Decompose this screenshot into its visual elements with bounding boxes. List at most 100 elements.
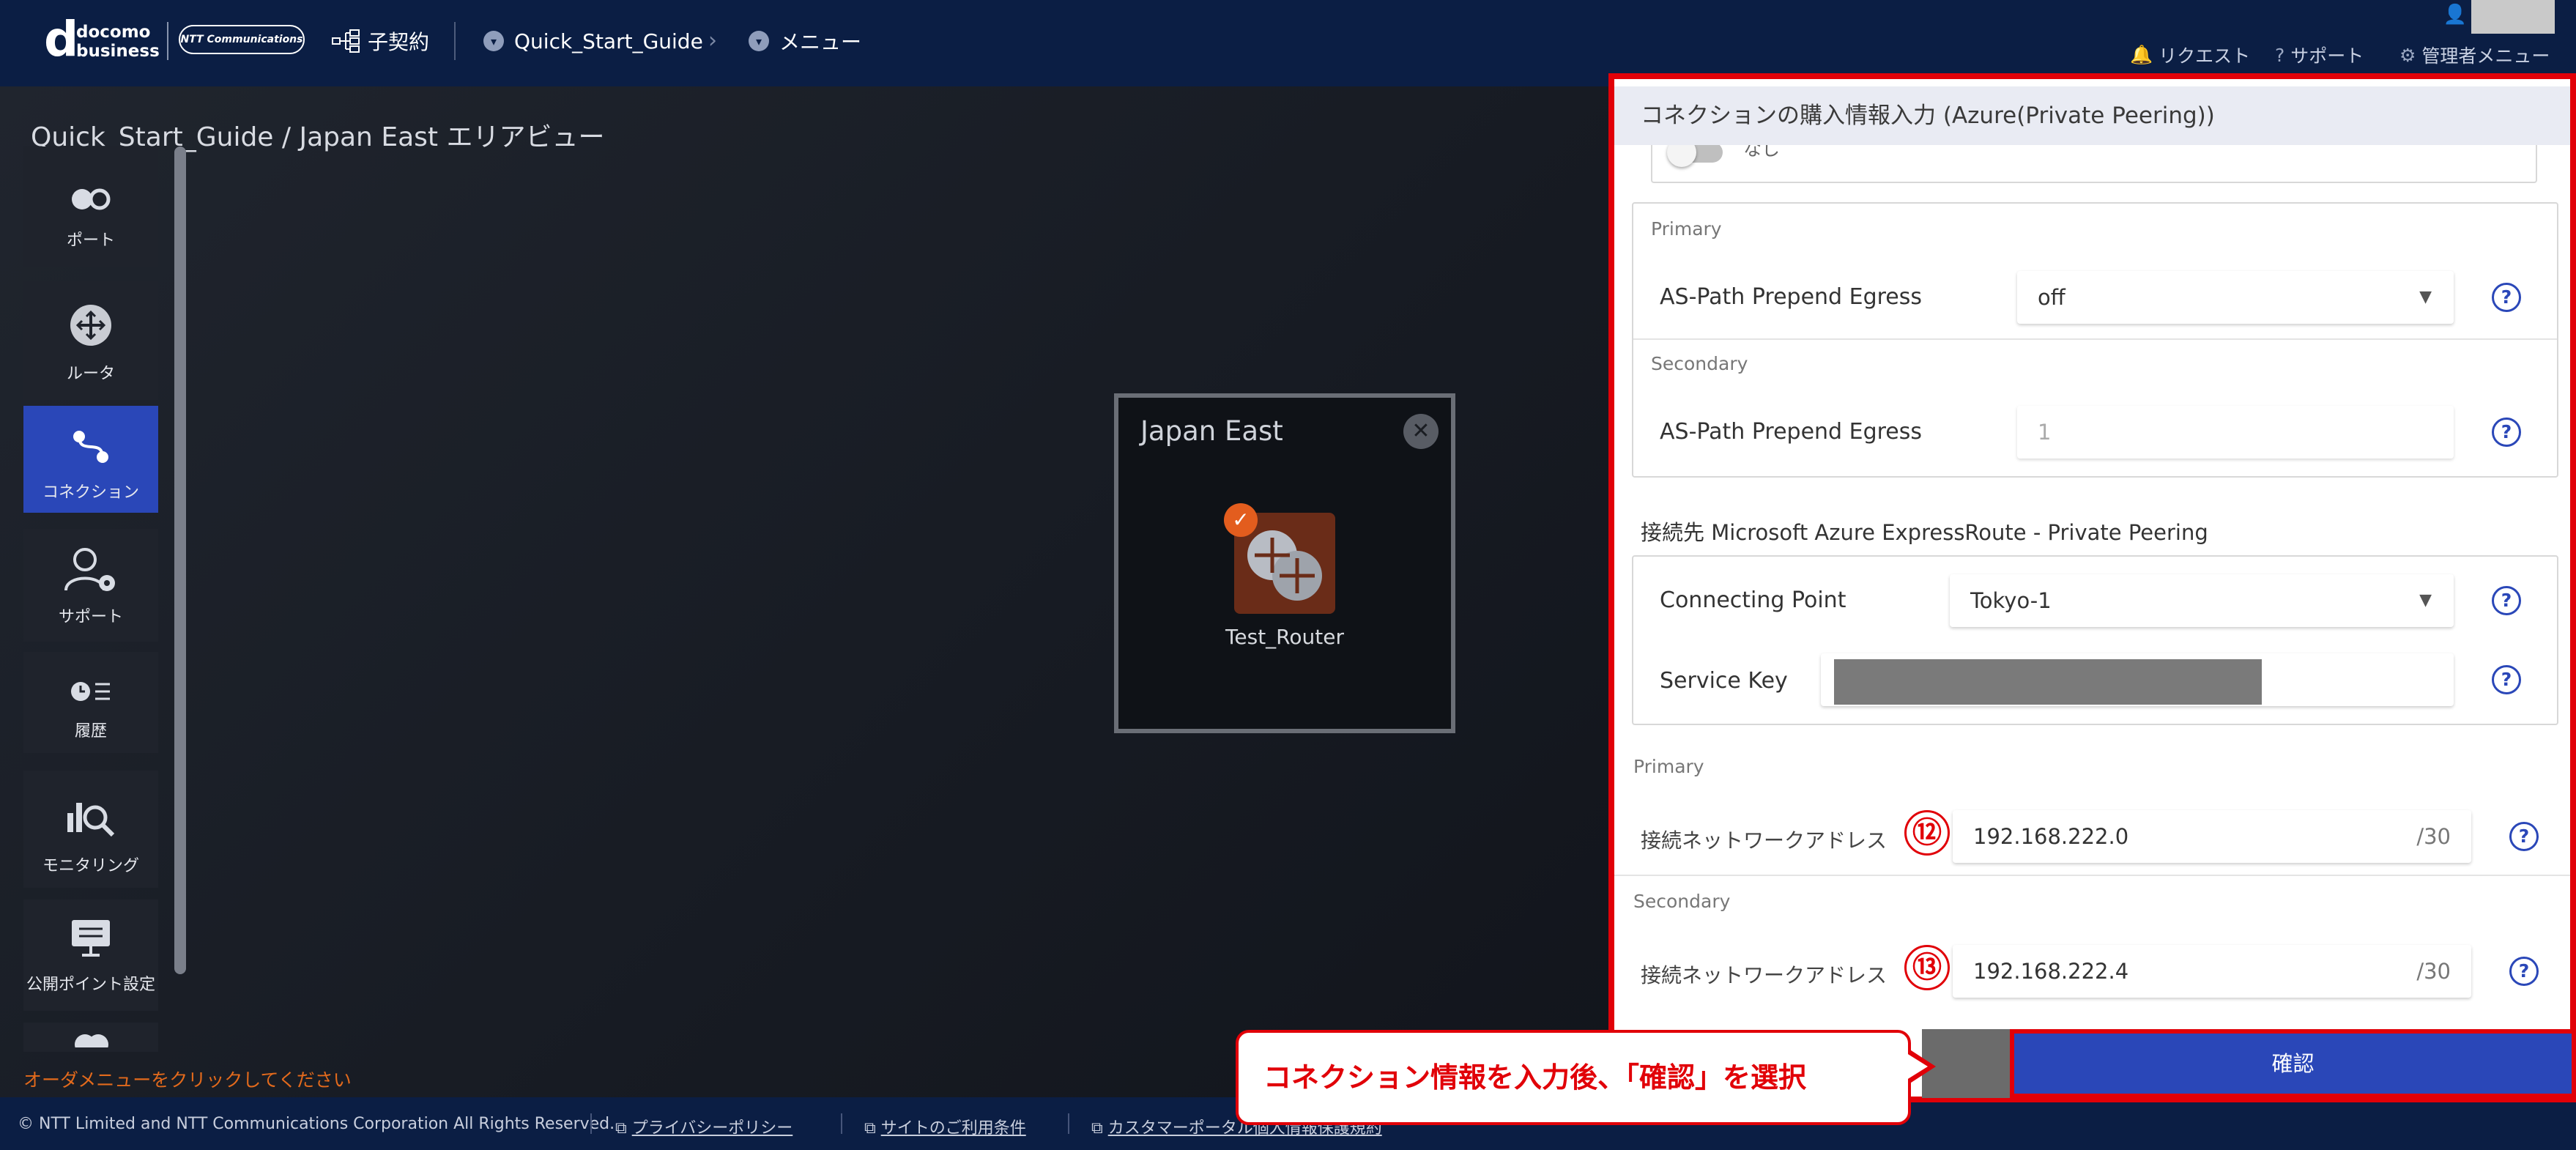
prefix-suffix: /30 (2416, 959, 2451, 984)
breadcrumb-project-label: Quick_Start_Guide (514, 29, 703, 53)
more-icon (23, 1025, 158, 1052)
footer-divider (1068, 1113, 1069, 1134)
divider (1614, 875, 2570, 876)
annotation-marker-12: ⑫ (1904, 810, 1950, 856)
annotation-marker-13: ⑬ (1904, 945, 1950, 990)
sidebar-scrollbar-thumb[interactable] (174, 146, 186, 974)
area-node-card[interactable]: Japan East ✕ ✓ Test_Router (1114, 393, 1455, 733)
prefix-suffix: /30 (2416, 824, 2451, 849)
external-link-icon: ⧉ (615, 1119, 632, 1138)
request-label: リクエスト (2159, 45, 2251, 67)
breadcrumb-separator-icon: › (708, 28, 717, 53)
sidebar-item-label: ポート (66, 231, 115, 250)
sidebar-item-connection[interactable]: コネクション (23, 406, 158, 513)
order-hint-text: オーダメニューをクリックしてください (23, 1069, 352, 1091)
help-icon[interactable]: ? (2492, 665, 2521, 694)
menu-dropdown[interactable]: ▾ メニュー (749, 22, 861, 60)
admin-menu-link[interactable]: ⚙ 管理者メニュー (2399, 41, 2550, 69)
help-icon[interactable]: ? (2492, 586, 2521, 615)
privacy-link[interactable]: ⧉ プライバシーポリシー (615, 1115, 793, 1138)
network-address-secondary-input[interactable]: 192.168.222.4 /30 (1953, 945, 2471, 998)
contract-switcher[interactable]: 子契約 (331, 22, 429, 60)
help-icon[interactable]: ? (2509, 957, 2539, 986)
connecting-point-value: Tokyo-1 (1970, 588, 2052, 613)
admin-menu-label: 管理者メニュー (2421, 45, 2550, 67)
help-circle-icon: ? (2275, 44, 2285, 66)
sidebar-item-monitoring[interactable]: モニタリング (23, 771, 158, 888)
support-label: サポート (2290, 45, 2364, 67)
sidebar-item-more[interactable] (23, 1023, 158, 1052)
as-path-secondary-label: Secondary (1651, 353, 1748, 374)
ntt-communications-logo: NTT Communications (179, 25, 305, 54)
sidebar-item-label: コネクション (42, 483, 139, 502)
help-icon[interactable]: ? (2509, 822, 2539, 851)
breadcrumb-project[interactable]: ▾ Quick_Start_Guide (483, 22, 703, 60)
logo-word-docomo: docomo (76, 23, 151, 42)
as-path-secondary-field-label: AS-Path Prepend Egress (1660, 419, 1923, 445)
privacy-link-label[interactable]: プライバシーポリシー (632, 1119, 793, 1138)
as-path-secondary-input[interactable]: 1 (2017, 406, 2454, 459)
chevron-down-icon: ▾ (749, 31, 769, 51)
footer-divider (590, 1113, 592, 1134)
panel-title: コネクションの購入情報入力 (Azure(Private Peering)) (1614, 86, 2570, 145)
port-icon (23, 186, 158, 215)
divider (1633, 338, 2557, 340)
docomo-business-logo[interactable]: d docomo business (44, 11, 160, 67)
help-icon[interactable]: ? (2492, 283, 2521, 312)
external-link-icon: ⧉ (864, 1119, 881, 1138)
request-link[interactable]: 🔔 リクエスト (2130, 41, 2250, 69)
terms-link[interactable]: ⧉ サイトのご利用条件 (864, 1115, 1026, 1138)
dropdown-arrow-icon: ▼ (2419, 288, 2432, 306)
network-address-primary-value: 192.168.222.0 (1973, 824, 2129, 849)
router-icon (23, 303, 158, 350)
hierarchy-icon (331, 29, 360, 53)
contract-label: 子契約 (368, 30, 430, 54)
connection-icon (23, 426, 158, 470)
user-icon[interactable]: 👤 (2439, 0, 2471, 34)
connecting-point-select[interactable]: Tokyo-1 ▼ (1950, 574, 2454, 627)
help-icon[interactable]: ? (2492, 418, 2521, 447)
terms-link-label[interactable]: サイトのご利用条件 (881, 1119, 1026, 1138)
copyright: © NTT Limited and NTT Communications Cor… (18, 1115, 615, 1133)
sidebar-item-label: 履歴 (74, 722, 107, 741)
monitoring-icon (23, 793, 158, 842)
router-label: Test_Router (1225, 625, 1344, 649)
callout-pointer-inner (1904, 1052, 1928, 1081)
close-icon[interactable]: ✕ (1403, 414, 1439, 449)
connecting-point-label: Connecting Point (1660, 587, 1846, 613)
as-path-primary-label: Primary (1651, 218, 1722, 240)
as-path-secondary-value: 1 (2038, 420, 2052, 445)
purchase-form: なし Primary AS-Path Prepend Egress off ▼ … (1614, 145, 2570, 1028)
sidebar-item-label: モニタリング (42, 857, 139, 875)
support-link[interactable]: ? サポート (2275, 41, 2364, 69)
chevron-down-icon: ▾ (483, 31, 504, 51)
header-divider (454, 22, 456, 60)
sidebar-item-label: サポート (58, 608, 123, 626)
as-path-primary-field-label: AS-Path Prepend Egress (1660, 284, 1923, 310)
support-user-icon (23, 545, 158, 599)
as-path-primary-value: off (2038, 285, 2065, 310)
bell-icon: 🔔 (2130, 44, 2153, 65)
node-title: Japan East (1140, 415, 1283, 447)
sidebar-item-public-point[interactable]: 公開ポイント設定 (23, 899, 158, 1011)
as-path-primary-select[interactable]: off ▼ (2017, 271, 2454, 324)
external-link-icon: ⧉ (1091, 1119, 1108, 1138)
sidebar-item-label: 公開ポイント設定 (26, 976, 155, 994)
network-secondary-label: Secondary (1633, 891, 1731, 912)
sidebar-item-support[interactable]: サポート (23, 529, 158, 642)
network-address-secondary-label: 接続ネットワークアドレス (1641, 963, 1888, 987)
dropdown-arrow-icon: ▼ (2419, 591, 2432, 609)
sidebar-item-port[interactable]: ポート (23, 146, 158, 267)
network-address-primary-label: 接続ネットワークアドレス (1641, 828, 1888, 853)
network-primary-label: Primary (1633, 756, 1704, 777)
footer-divider (841, 1113, 842, 1134)
menu-label: メニュー (779, 30, 862, 54)
network-address-primary-input[interactable]: 192.168.222.0 /30 (1953, 810, 2471, 863)
check-icon: ✓ (1224, 503, 1258, 537)
annotation-callout: コネクション情報を入力後、「確認」を選択 (1236, 1030, 1911, 1125)
sidebar-item-history[interactable]: 履歴 (23, 652, 158, 753)
logo-d: d (44, 11, 79, 67)
confirm-button[interactable]: 確認 (2010, 1029, 2576, 1098)
toggle-card (1651, 145, 2537, 183)
sidebar-item-router[interactable]: ルータ (23, 281, 158, 400)
